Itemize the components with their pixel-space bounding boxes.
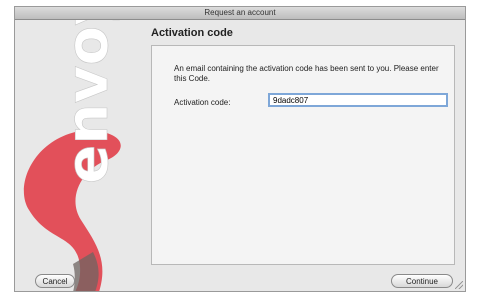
window-title: Request an account [15,7,465,20]
cancel-button[interactable]: Cancel [35,274,75,288]
content-panel: An email containing the activation code … [151,45,455,265]
logo-shadow [73,252,99,291]
instruction-text: An email containing the activation code … [174,64,439,83]
continue-button[interactable]: Continue [391,274,453,288]
logo-text: envoy [53,20,121,184]
envoy-logo-icon: envoy [24,20,121,291]
resize-grip-icon[interactable] [455,281,463,289]
request-account-window: Request an account envoy Activation code… [14,6,466,292]
activation-code-label: Activation code: [174,98,231,107]
activation-code-input[interactable] [268,93,448,107]
page-title: Activation code [151,27,233,39]
